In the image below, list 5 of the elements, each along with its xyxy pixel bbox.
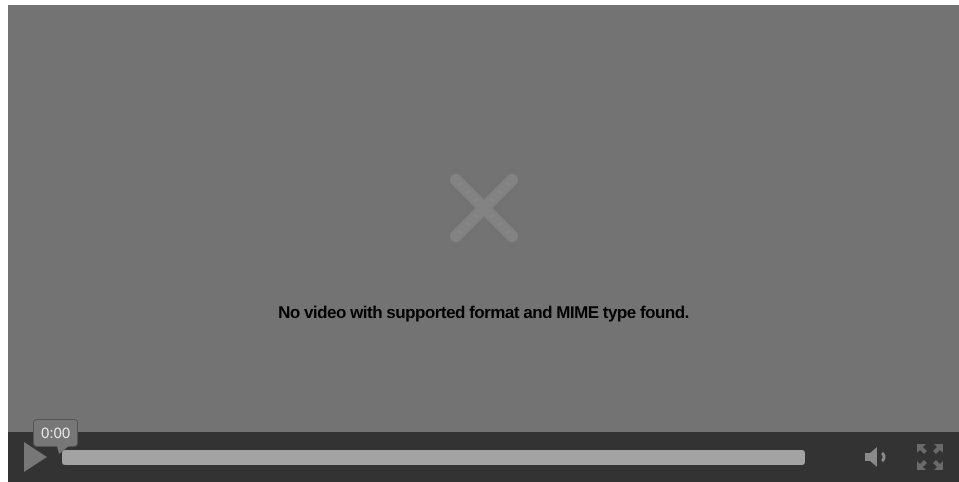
fullscreen-button[interactable] xyxy=(915,442,945,472)
time-tooltip: 0:00 xyxy=(33,419,78,447)
error-message: No video with supported format and MIME type found. xyxy=(278,302,689,324)
tooltip-pointer-icon xyxy=(57,446,69,454)
progress-track[interactable] xyxy=(62,450,805,464)
